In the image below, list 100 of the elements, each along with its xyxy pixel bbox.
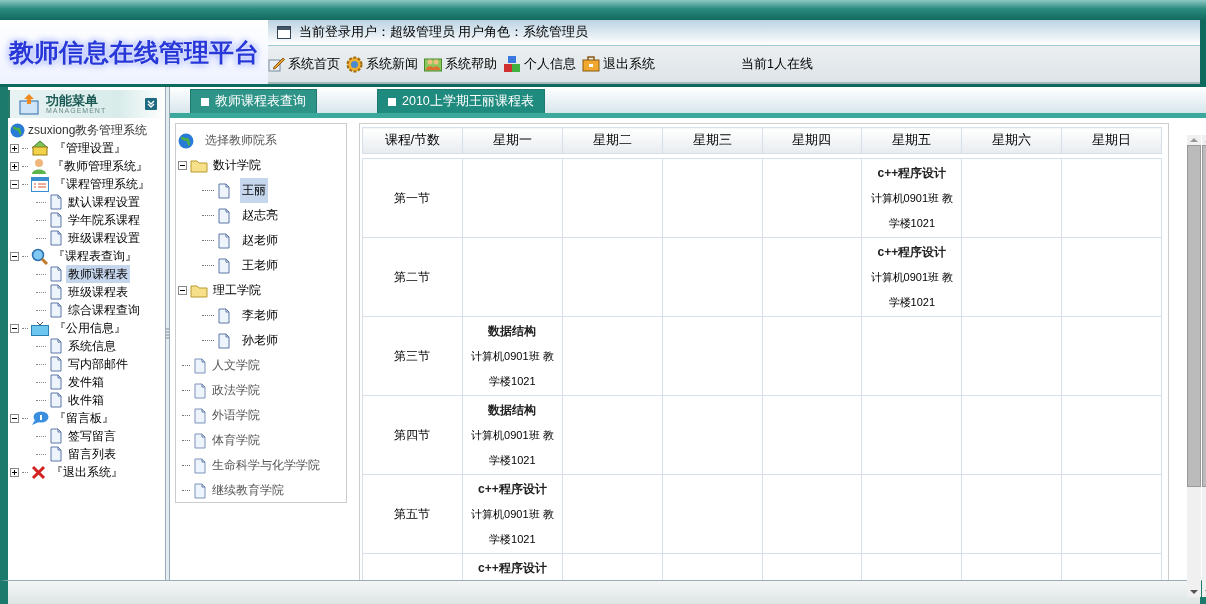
collapse-icon[interactable] <box>178 286 187 295</box>
menu-group[interactable]: 『留言板』 <box>52 409 116 427</box>
menu-group[interactable]: 『课程管理系统』 <box>52 175 152 193</box>
menu-item[interactable]: 签写留言 <box>66 427 118 445</box>
gear-icon <box>346 55 363 73</box>
college-folder[interactable]: 理工学院 <box>211 278 263 303</box>
menu-item[interactable]: 教师课程表 <box>66 265 130 283</box>
collapse-icon[interactable] <box>145 98 157 110</box>
list-icon <box>31 176 49 192</box>
collapse-icon[interactable] <box>10 413 19 423</box>
page-icon <box>49 392 63 408</box>
menu-item[interactable]: 默认课程设置 <box>66 193 142 211</box>
user-info: 当前登录用户：超级管理员 用户角色：系统管理员 <box>299 24 589 41</box>
column-header: 星期四 <box>762 127 862 154</box>
college-folder[interactable]: 数计学院 <box>211 153 263 178</box>
menu-item[interactable]: 发件箱 <box>66 373 106 391</box>
course-name: c++程序设计 <box>877 165 947 182</box>
menu-item[interactable]: 综合课程查询 <box>66 301 142 319</box>
menu-group[interactable]: 『课程表查询』 <box>51 247 139 265</box>
menu-group[interactable]: 『管理设置』 <box>52 139 128 157</box>
collapse-icon[interactable] <box>178 161 187 170</box>
nav-link[interactable]: 系统帮助 <box>445 55 497 73</box>
teacher-item[interactable]: 李老师 <box>240 303 280 328</box>
column-header: 星期五 <box>861 127 962 154</box>
expand-icon[interactable] <box>10 143 19 153</box>
nav-link[interactable]: 个人信息 <box>524 55 576 73</box>
menu-item[interactable]: 收件箱 <box>66 391 106 409</box>
column-header: 星期六 <box>961 127 1062 154</box>
people-icon <box>424 56 442 72</box>
page-icon <box>217 307 231 324</box>
grip-icon[interactable] <box>166 326 169 341</box>
class-location: 计算机0901班 教学楼1021 <box>869 191 955 231</box>
scrollbar[interactable] <box>1187 135 1201 597</box>
page-icon <box>193 407 207 424</box>
page-icon <box>217 207 231 224</box>
column-header: 星期二 <box>562 127 663 154</box>
college-item[interactable]: 外语学院 <box>210 403 262 428</box>
scroll-down-icon[interactable] <box>1190 587 1198 597</box>
menu-board-icon <box>18 93 40 115</box>
page-icon <box>49 374 63 390</box>
class-location: 计算机0901班 教学楼1021 <box>470 507 555 547</box>
column-header: 星期三 <box>662 127 762 154</box>
nav-link[interactable]: 系统新闻 <box>366 55 418 73</box>
college-item[interactable]: 政法学院 <box>210 378 262 403</box>
tree-root: zsuxiong教务管理系统 <box>28 122 148 139</box>
period-cell: 第三节 <box>362 316 463 396</box>
globe-icon <box>178 132 194 149</box>
search-icon <box>31 247 48 265</box>
course-name: c++程序设计 <box>877 244 947 261</box>
page-icon <box>193 357 207 374</box>
menu-item[interactable]: 班级课程表 <box>66 283 130 301</box>
page-icon <box>49 428 63 444</box>
period-cell: 第五节 <box>362 474 463 554</box>
briefcase-icon <box>582 56 600 72</box>
menu-item[interactable]: 系统信息 <box>66 337 118 355</box>
tab[interactable]: 教师课程表查询 <box>190 89 317 113</box>
period-cell: 第四节 <box>362 395 463 475</box>
page-icon <box>193 482 207 499</box>
expand-icon[interactable] <box>10 161 19 171</box>
menu-group[interactable]: 『公用信息』 <box>52 319 128 337</box>
page-icon <box>217 182 231 199</box>
nav-link[interactable]: 系统首页 <box>288 55 340 73</box>
collapse-icon[interactable] <box>10 251 19 261</box>
tab[interactable]: 2010上学期王丽课程表 <box>377 89 545 113</box>
online-count: 当前1人在线 <box>741 55 813 73</box>
college-item[interactable]: 生命科学与化学学院 <box>210 453 322 478</box>
page-icon <box>49 212 63 228</box>
person-icon <box>31 158 47 174</box>
menu-item[interactable]: 留言列表 <box>66 445 118 463</box>
menu-group[interactable]: 『教师管理系统』 <box>50 157 150 175</box>
page-icon <box>49 338 63 354</box>
collapse-icon[interactable] <box>10 179 19 189</box>
expand-icon[interactable] <box>10 467 19 477</box>
teacher-item[interactable]: 赵志亮 <box>240 203 280 228</box>
college-item[interactable]: 继续教育学院 <box>210 478 286 503</box>
class-location: 计算机0901班 教学楼1021 <box>470 349 555 389</box>
course-name: 数据结构 <box>488 323 537 340</box>
folder-icon <box>190 283 208 298</box>
college-item[interactable]: 体育学院 <box>210 428 262 453</box>
menu-item[interactable]: 学年院系课程 <box>66 211 142 229</box>
page-icon <box>49 230 63 246</box>
course-name: 数据结构 <box>488 402 537 419</box>
nav-link[interactable]: 退出系统 <box>603 55 655 73</box>
menu-item[interactable]: 班级课程设置 <box>66 229 142 247</box>
page-icon <box>193 432 207 449</box>
globe-icon <box>10 122 25 138</box>
teacher-item[interactable]: 孙老师 <box>240 328 280 353</box>
menu-title: 功能菜单 <box>46 94 99 107</box>
close-icon <box>31 464 46 480</box>
collapse-icon[interactable] <box>10 323 19 333</box>
teacher-item[interactable]: 王老师 <box>240 253 280 278</box>
course-name: c++程序设计 <box>477 481 547 498</box>
menu-item[interactable]: 写内部邮件 <box>66 355 130 373</box>
teacher-item[interactable]: 赵老师 <box>240 228 280 253</box>
speech-bubble-icon <box>31 410 49 426</box>
college-item[interactable]: 人文学院 <box>210 353 262 378</box>
page-icon <box>193 382 207 399</box>
menu-group[interactable]: 『退出系统』 <box>49 463 125 481</box>
teacher-item[interactable]: 王丽 <box>240 178 268 203</box>
course-name: c++程序设计 <box>477 560 547 577</box>
